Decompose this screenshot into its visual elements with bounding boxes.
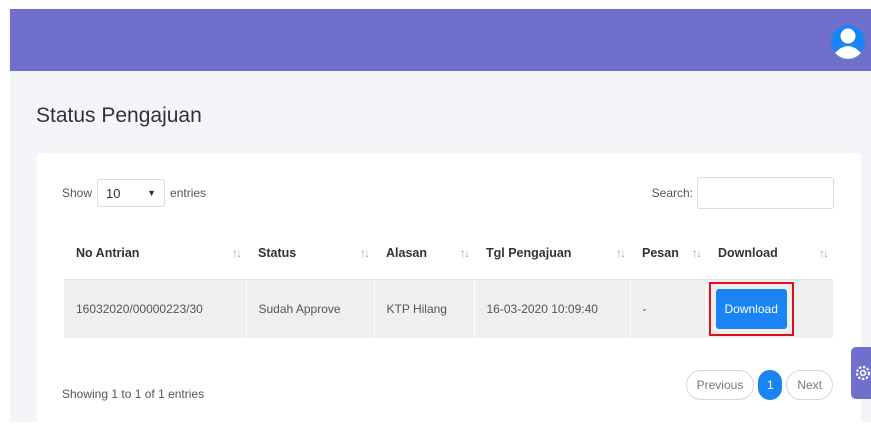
cell-no-antrian: 16032020/00000223/30 — [64, 279, 247, 338]
top-navbar — [10, 9, 871, 71]
col-header-tgl-pengajuan[interactable]: Tgl Pengajuan ↑↓ — [474, 226, 630, 280]
pagination-next-button[interactable]: Next — [786, 370, 833, 400]
cell-alasan: KTP Hilang — [374, 279, 475, 338]
table-info: Showing 1 to 1 of 1 entries — [62, 387, 205, 401]
user-avatar-icon[interactable] — [830, 17, 866, 67]
show-label: Show — [62, 186, 93, 200]
pagination: Previous 1 Next — [685, 370, 833, 400]
entries-select-value: 10 — [106, 185, 121, 201]
sort-arrows-icon: ↑↓ — [360, 245, 370, 260]
download-button[interactable]: Download — [715, 289, 787, 329]
sort-arrows-icon: ↑↓ — [819, 245, 829, 260]
col-header-download[interactable]: Download ↑↓ — [706, 226, 833, 280]
entries-label: entries — [170, 186, 207, 200]
col-header-no-antrian[interactable]: No Antrian ↑↓ — [64, 226, 246, 280]
cell-tgl-pengajuan: 16-03-2020 10:09:40 — [474, 279, 631, 338]
cell-status: Sudah Approve — [246, 279, 375, 338]
table-row: 16032020/00000223/30 Sudah Approve KTP H… — [64, 279, 833, 338]
col-header-pesan[interactable]: Pesan ↑↓ — [630, 226, 706, 280]
cell-download: Download — [706, 279, 833, 338]
status-table: No Antrian ↑↓ Status ↑↓ Alasan ↑↓ Tgl Pe… — [64, 226, 833, 338]
settings-panel-toggle[interactable] — [851, 347, 871, 399]
table-header-row: No Antrian ↑↓ Status ↑↓ Alasan ↑↓ Tgl Pe… — [64, 226, 833, 280]
col-header-alasan[interactable]: Alasan ↑↓ — [374, 226, 474, 280]
main-content: Status Pengajuan Show 10 ▼ entries Searc… — [10, 71, 871, 433]
sort-arrows-icon: ↑↓ — [616, 245, 626, 260]
gear-icon — [855, 365, 871, 381]
caret-down-icon: ▼ — [147, 188, 157, 198]
sort-arrows-icon: ↑↓ — [460, 245, 470, 260]
entries-select[interactable]: 10 ▼ — [97, 179, 166, 207]
search-label: Search: — [651, 186, 693, 200]
datatable-card: Show 10 ▼ entries Search: No Antrian ↑↓ … — [37, 153, 861, 433]
download-highlight-box: Download — [708, 282, 794, 336]
col-header-status[interactable]: Status ↑↓ — [246, 226, 374, 280]
cell-pesan: - — [630, 279, 707, 338]
entries-length-control: Show 10 ▼ entries — [62, 179, 206, 207]
pagination-page-1[interactable]: 1 — [758, 370, 783, 400]
pagination-previous-button[interactable]: Previous — [685, 370, 755, 400]
search-input[interactable] — [697, 177, 834, 209]
search-control: Search: — [652, 177, 834, 209]
sort-arrows-icon: ↑↓ — [232, 245, 242, 260]
sort-arrows-icon: ↑↓ — [692, 245, 702, 260]
page-title: Status Pengajuan — [36, 104, 202, 127]
